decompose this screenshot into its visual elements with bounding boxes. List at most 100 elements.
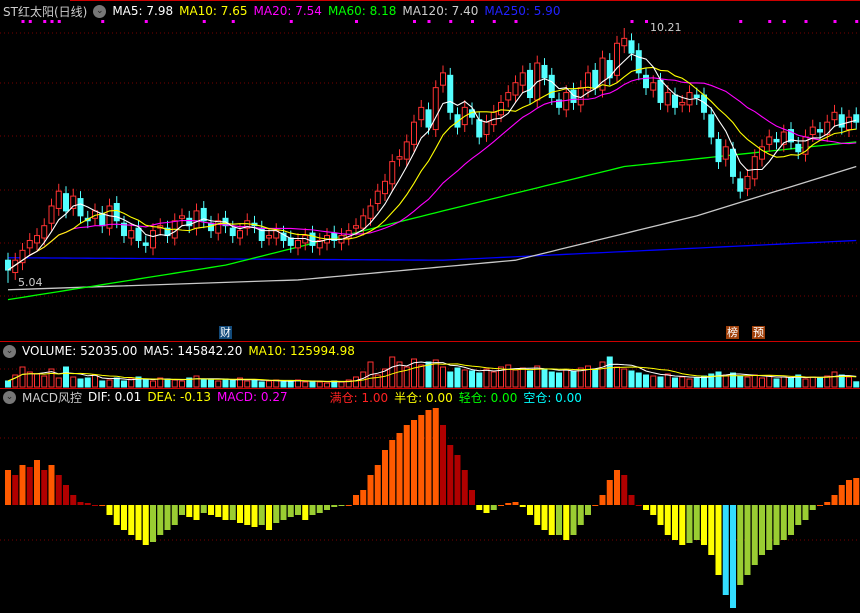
forecast-marker[interactable]: 预 xyxy=(752,326,765,339)
volume-bar xyxy=(831,371,838,388)
macd-bar xyxy=(483,505,490,513)
macd-bar xyxy=(258,505,265,525)
ma120-value: MA120: 7.40 xyxy=(402,4,479,18)
volume-bar xyxy=(614,366,620,388)
macd-bar xyxy=(469,490,475,505)
volume-ma10-line xyxy=(7,363,857,382)
macd-bar xyxy=(316,505,323,513)
macd-bar xyxy=(367,475,374,505)
candle-body xyxy=(34,235,40,244)
macd-bar xyxy=(773,505,780,545)
dif-value: DIF: 0.01 xyxy=(87,390,142,404)
volume-bar xyxy=(229,379,236,388)
empty-position-value: 空仓: 0.00 xyxy=(523,390,582,405)
candle-body xyxy=(744,175,751,190)
stock-title: ST红太阳(日线) xyxy=(3,4,88,19)
finance-marker[interactable]: 财 xyxy=(219,326,232,339)
macd-bar xyxy=(157,505,164,535)
volume-bar xyxy=(817,377,823,388)
volume-bar xyxy=(693,377,700,388)
macd-bar xyxy=(287,505,294,517)
volume-bar xyxy=(200,378,207,388)
full-position-value: 满仓: 1.00 xyxy=(329,390,389,405)
volume-bar xyxy=(802,378,809,388)
macd-bar xyxy=(519,505,526,507)
macd-bar xyxy=(302,505,309,520)
ma120-line xyxy=(7,165,857,291)
volume-bar xyxy=(55,377,62,388)
volume-bar xyxy=(150,380,156,388)
macd-bar xyxy=(563,505,570,540)
macd-bar xyxy=(701,505,707,545)
macd-bar xyxy=(541,505,548,530)
volume-bar xyxy=(744,376,751,388)
ranking-marker[interactable]: 榜 xyxy=(726,326,739,339)
macd-bar xyxy=(817,505,823,506)
macd-bar xyxy=(200,505,207,513)
signal-dot xyxy=(57,20,61,23)
macd-bar xyxy=(374,465,381,505)
volume-bar xyxy=(302,381,309,388)
volume-bar xyxy=(244,380,251,388)
macd-bar xyxy=(780,505,787,540)
volume-bar xyxy=(512,369,519,388)
candle-body xyxy=(730,148,736,177)
signal-dot xyxy=(202,20,206,23)
candle-body xyxy=(447,74,454,113)
ma60-line xyxy=(7,141,857,301)
macd-bar xyxy=(186,505,193,517)
candle-body xyxy=(432,87,439,131)
candle-body xyxy=(215,220,222,234)
macd-bar xyxy=(55,475,62,505)
volume-bar xyxy=(541,368,548,388)
signal-dot xyxy=(28,20,32,23)
signal-dot xyxy=(427,20,431,23)
candle-body xyxy=(113,203,120,222)
macd-bar xyxy=(570,505,577,535)
volume-bar xyxy=(469,370,475,388)
macd-bar xyxy=(150,505,156,542)
candle-body xyxy=(766,136,773,145)
candle-body xyxy=(179,215,185,219)
chevron-down-icon[interactable]: ⌄ xyxy=(3,344,16,358)
candle-body xyxy=(295,239,301,249)
macd-bar xyxy=(324,505,330,510)
macd-bar xyxy=(664,505,671,535)
volume-bar xyxy=(476,372,483,388)
ma20-value: MA20: 7.54 xyxy=(253,4,322,18)
candle-body xyxy=(672,94,678,108)
volume-bar xyxy=(309,380,316,388)
chevron-down-icon[interactable]: ⌄ xyxy=(93,4,107,18)
volume-bar xyxy=(121,380,127,388)
macd-bar xyxy=(527,505,533,515)
macd-bar xyxy=(353,495,359,505)
macd-bar xyxy=(672,505,678,540)
macd-bar xyxy=(309,505,316,515)
macd-bar xyxy=(715,505,722,575)
macd-bar xyxy=(411,420,417,505)
macd-bar xyxy=(84,503,91,505)
ma5-line xyxy=(7,53,857,271)
candle-body xyxy=(142,242,149,246)
macd-bar xyxy=(121,505,127,530)
volume-bar xyxy=(106,379,113,388)
volume-bar xyxy=(643,374,649,388)
signal-dot xyxy=(804,20,808,23)
candle-body xyxy=(838,114,845,128)
macd-bar xyxy=(498,505,504,506)
volume-bar xyxy=(338,381,345,388)
macd-bar xyxy=(476,505,483,510)
candle-body xyxy=(722,146,729,160)
signal-dot xyxy=(413,20,416,23)
candle-body xyxy=(48,205,55,224)
ma60-value: MA60: 8.18 xyxy=(327,4,397,18)
chevron-down-icon[interactable]: ⌄ xyxy=(3,390,16,404)
candle-body xyxy=(846,116,852,131)
macd-bar xyxy=(26,467,33,505)
macd-bar xyxy=(534,505,541,525)
candle-body xyxy=(715,138,722,163)
volume-bar xyxy=(84,377,91,388)
macd-bar xyxy=(751,505,758,565)
candle-body xyxy=(266,235,272,239)
volume-bar xyxy=(664,373,671,388)
